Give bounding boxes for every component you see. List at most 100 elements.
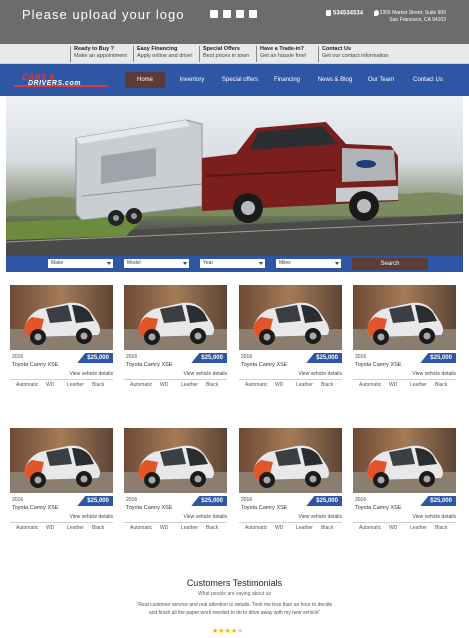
phone-icon bbox=[326, 10, 331, 16]
spec-transmission: Automatic bbox=[16, 525, 39, 531]
view-details-link[interactable]: View vehicle details bbox=[69, 514, 113, 520]
info-special-offers[interactable]: Special Offers Best prices in town bbox=[199, 46, 249, 62]
vehicle-title[interactable]: Toyota Camry XSE bbox=[12, 362, 58, 368]
price-badge: $25,000 bbox=[306, 496, 342, 506]
info-title: Easy Financing bbox=[137, 46, 178, 52]
vehicle-card[interactable]: $25,000 2016 Toyota Camry XSE View vehic… bbox=[239, 285, 342, 400]
testimonials-title: Customers Testimonials bbox=[186, 578, 283, 588]
vehicle-photo[interactable] bbox=[10, 428, 113, 493]
spec-color: Black bbox=[321, 525, 334, 531]
spec-drive: WD bbox=[160, 382, 169, 388]
spec-drive: WD bbox=[46, 525, 55, 531]
view-details-link[interactable]: View vehicle details bbox=[412, 371, 456, 377]
price-badge: $25,000 bbox=[77, 353, 113, 363]
search-button[interactable]: Search bbox=[352, 258, 428, 270]
brand-logo[interactable]: CARS 4 DRIVERS.com bbox=[14, 73, 110, 89]
vehicle-photo[interactable] bbox=[124, 285, 227, 350]
main-nav: CARS 4 DRIVERS.com Home Inventory Specia… bbox=[0, 64, 469, 96]
info-trade-in[interactable]: Have a Trade-in? Get an hassle free! bbox=[256, 46, 306, 62]
divider bbox=[124, 522, 227, 523]
year-select[interactable]: Year bbox=[200, 259, 265, 268]
view-details-link[interactable]: View vehicle details bbox=[298, 514, 342, 520]
make-select-value: Make bbox=[51, 260, 64, 266]
price-badge: $25,000 bbox=[77, 496, 113, 506]
vehicle-year: 2016 bbox=[12, 354, 24, 360]
vehicle-card[interactable]: $25,000 2016 Toyota Camry XSE View vehic… bbox=[10, 285, 113, 400]
spec-transmission: Automatic bbox=[359, 382, 382, 388]
spec-interior: Leather bbox=[296, 382, 313, 388]
vehicle-photo[interactable] bbox=[353, 285, 456, 350]
vehicle-year: 2016 bbox=[12, 497, 24, 503]
divider bbox=[353, 522, 456, 523]
vehicle-year: 2016 bbox=[241, 497, 253, 503]
phone-text: 534534534 bbox=[333, 10, 364, 17]
vehicle-card[interactable]: $25,000 2016 Toyota Camry XSE View vehic… bbox=[353, 285, 456, 400]
vehicle-photo[interactable] bbox=[124, 428, 227, 493]
price-badge: $25,000 bbox=[420, 496, 456, 506]
info-ready-to-buy[interactable]: Ready to Buy ? Make an appointment bbox=[70, 46, 127, 62]
youtube-icon[interactable] bbox=[249, 10, 257, 18]
brand-swoosh bbox=[14, 85, 108, 87]
vehicle-title[interactable]: Toyota Camry XSE bbox=[126, 362, 172, 368]
miles-select[interactable]: Miles bbox=[276, 259, 341, 268]
info-contact-us[interactable]: Contact Us Get our contact information bbox=[318, 46, 388, 62]
spec-transmission: Automatic bbox=[130, 525, 153, 531]
vehicle-title[interactable]: Toyota Camry XSE bbox=[241, 505, 287, 511]
spec-interior: Leather bbox=[296, 525, 313, 531]
vehicle-card[interactable]: $25,000 2016 Toyota Camry XSE View vehic… bbox=[239, 428, 342, 543]
vehicle-title[interactable]: Toyota Camry XSE bbox=[12, 505, 58, 511]
vehicle-year: 2016 bbox=[126, 354, 138, 360]
spec-drive: WD bbox=[389, 525, 398, 531]
info-bar: Ready to Buy ? Make an appointment Easy … bbox=[0, 44, 469, 64]
nav-financing[interactable]: Financing bbox=[270, 72, 304, 88]
vehicle-year: 2016 bbox=[241, 354, 253, 360]
phone-number[interactable]: 534534534 bbox=[326, 10, 363, 17]
make-select[interactable]: Make bbox=[48, 259, 113, 268]
spec-transmission: Automatic bbox=[130, 382, 153, 388]
nav-our-team[interactable]: Our Team bbox=[362, 72, 400, 88]
spec-color: Black bbox=[435, 382, 448, 388]
view-details-link[interactable]: View vehicle details bbox=[183, 514, 227, 520]
info-title: Ready to Buy ? bbox=[74, 46, 115, 52]
spec-interior: Leather bbox=[181, 525, 198, 531]
nav-contact-us[interactable]: Contact Us bbox=[408, 72, 448, 88]
view-details-link[interactable]: View vehicle details bbox=[183, 371, 227, 377]
price-badge: $25,000 bbox=[306, 353, 342, 363]
view-details-link[interactable]: View vehicle details bbox=[298, 371, 342, 377]
model-select[interactable]: Model bbox=[124, 259, 189, 268]
view-details-link[interactable]: View vehicle details bbox=[69, 371, 113, 377]
vehicle-photo[interactable] bbox=[10, 285, 113, 350]
vehicle-year: 2016 bbox=[355, 497, 367, 503]
vehicle-photo[interactable] bbox=[239, 428, 342, 493]
vehicle-title[interactable]: Toyota Camry XSE bbox=[126, 505, 172, 511]
vehicle-photo[interactable] bbox=[353, 428, 456, 493]
vehicle-photo[interactable] bbox=[239, 285, 342, 350]
spec-transmission: Automatic bbox=[245, 525, 268, 531]
twitter-icon[interactable] bbox=[223, 10, 231, 18]
info-title: Have a Trade-in? bbox=[260, 46, 305, 52]
info-subtitle: Get our contact information bbox=[322, 53, 389, 59]
vehicle-title[interactable]: Toyota Camry XSE bbox=[355, 362, 401, 368]
facebook-icon[interactable] bbox=[210, 10, 218, 18]
car-photo bbox=[124, 285, 227, 350]
vehicle-title[interactable]: Toyota Camry XSE bbox=[355, 505, 401, 511]
spec-drive: WD bbox=[46, 382, 55, 388]
vehicle-year: 2016 bbox=[126, 497, 138, 503]
vehicle-card[interactable]: $25,000 2016 Toyota Camry XSE View vehic… bbox=[124, 428, 227, 543]
info-subtitle: Get an hassle free! bbox=[260, 53, 307, 59]
view-details-link[interactable]: View vehicle details bbox=[412, 514, 456, 520]
nav-special-offers[interactable]: Special offers bbox=[218, 72, 262, 88]
logo-placeholder[interactable]: Please upload your logo bbox=[22, 7, 185, 22]
miles-select-value: Miles bbox=[279, 260, 291, 266]
chevron-down-icon bbox=[335, 262, 339, 265]
instagram-icon[interactable] bbox=[236, 10, 244, 18]
vehicle-card[interactable]: $25,000 2016 Toyota Camry XSE View vehic… bbox=[353, 428, 456, 543]
nav-home[interactable]: Home bbox=[125, 72, 165, 88]
vehicle-card[interactable]: $25,000 2016 Toyota Camry XSE View vehic… bbox=[10, 428, 113, 543]
vehicle-card[interactable]: $25,000 2016 Toyota Camry XSE View vehic… bbox=[124, 285, 227, 400]
nav-inventory[interactable]: Inventory bbox=[174, 72, 210, 88]
vehicle-title[interactable]: Toyota Camry XSE bbox=[241, 362, 287, 368]
info-easy-financing[interactable]: Easy Financing Apply online and drive! bbox=[133, 46, 193, 62]
nav-news-blog[interactable]: News & Blog bbox=[313, 72, 357, 88]
spec-color: Black bbox=[92, 382, 105, 388]
